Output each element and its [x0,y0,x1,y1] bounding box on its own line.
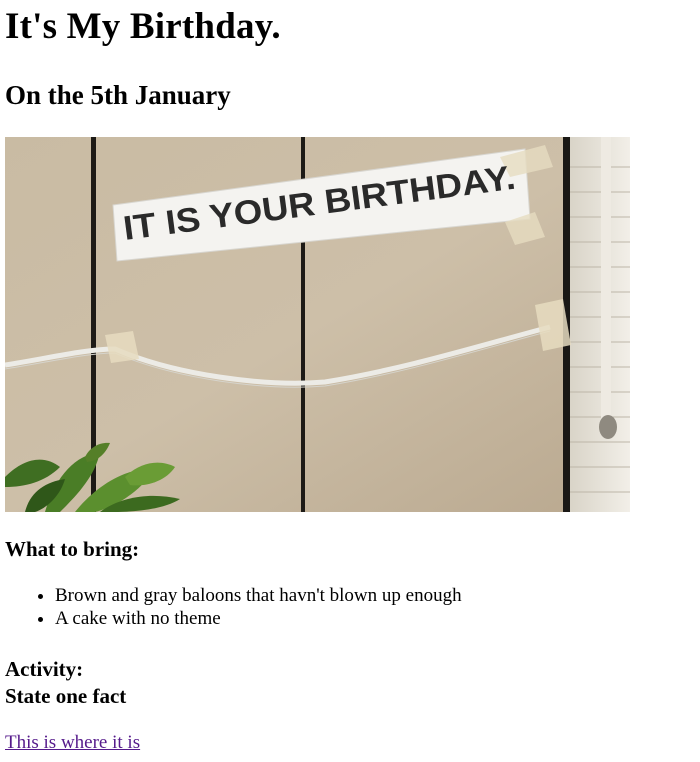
list-item: Brown and gray baloons that havn't blown… [55,584,462,607]
activity-block: Activity: State one fact [5,656,126,710]
page-title: It's My Birthday. [5,6,281,47]
bring-heading: What to bring: [5,537,140,561]
activity-text: State one fact [5,684,127,708]
page-subtitle: On the 5th January [5,80,231,110]
page: It's My Birthday. On the 5th January IT … [0,0,700,762]
list-item: A cake with no theme [55,607,462,630]
bring-list: Brown and gray baloons that havn't blown… [0,584,462,630]
location-link[interactable]: This is where it is [5,731,140,755]
activity-label: Activity: [5,657,84,681]
birthday-photo: IT IS YOUR BIRTHDAY. [5,137,630,512]
